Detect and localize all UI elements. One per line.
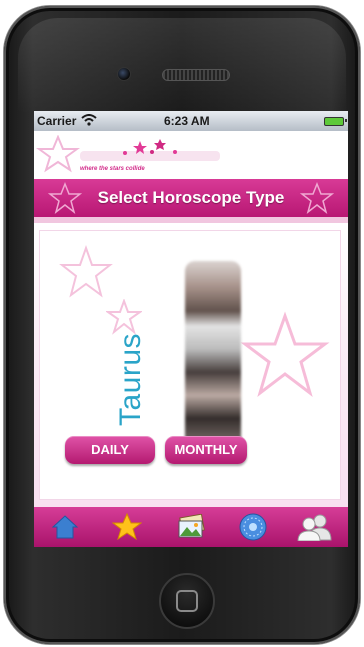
tab-zodiac[interactable] xyxy=(222,507,284,547)
zodiac-wheel-icon xyxy=(239,513,267,541)
battery-icon xyxy=(324,117,344,126)
header-bar: Select Horoscope Type xyxy=(34,179,348,217)
logo-wordmark-art xyxy=(80,139,220,161)
app-screen: Carrier 6:23 AM where the stars collide … xyxy=(34,111,348,547)
decorative-star-icon xyxy=(59,245,113,298)
status-bar: Carrier 6:23 AM xyxy=(34,111,348,131)
phone-glare xyxy=(18,18,346,114)
decorative-star-icon xyxy=(240,311,330,397)
tab-photos[interactable] xyxy=(160,507,222,547)
home-button[interactable] xyxy=(159,573,215,629)
decorative-star-icon xyxy=(106,299,142,335)
photos-icon xyxy=(178,514,205,538)
star-icon xyxy=(112,512,142,541)
front-camera xyxy=(117,67,131,81)
carrier-label: Carrier xyxy=(37,114,77,128)
app-logo: where the stars collide xyxy=(34,131,348,179)
wifi-icon xyxy=(81,114,97,129)
status-time: 6:23 AM xyxy=(164,114,210,128)
people-icon xyxy=(297,514,332,541)
tab-friends[interactable] xyxy=(284,507,346,547)
tab-home[interactable] xyxy=(34,507,96,547)
monthly-button[interactable]: MONTHLY xyxy=(165,436,247,464)
logo-star-icon xyxy=(36,135,80,173)
page-title: Select Horoscope Type xyxy=(97,188,285,207)
home-icon xyxy=(51,515,79,539)
home-square-icon xyxy=(176,590,198,612)
zodiac-model-image xyxy=(185,261,241,453)
daily-button[interactable]: DAILY xyxy=(65,436,155,464)
tab-bar xyxy=(34,507,348,547)
logo-tagline: where the stars collide xyxy=(80,166,145,172)
battery-tip xyxy=(345,119,347,122)
tab-star[interactable] xyxy=(96,507,158,547)
earpiece-speaker xyxy=(162,69,230,81)
zodiac-sign-label: Taurus xyxy=(114,332,147,426)
